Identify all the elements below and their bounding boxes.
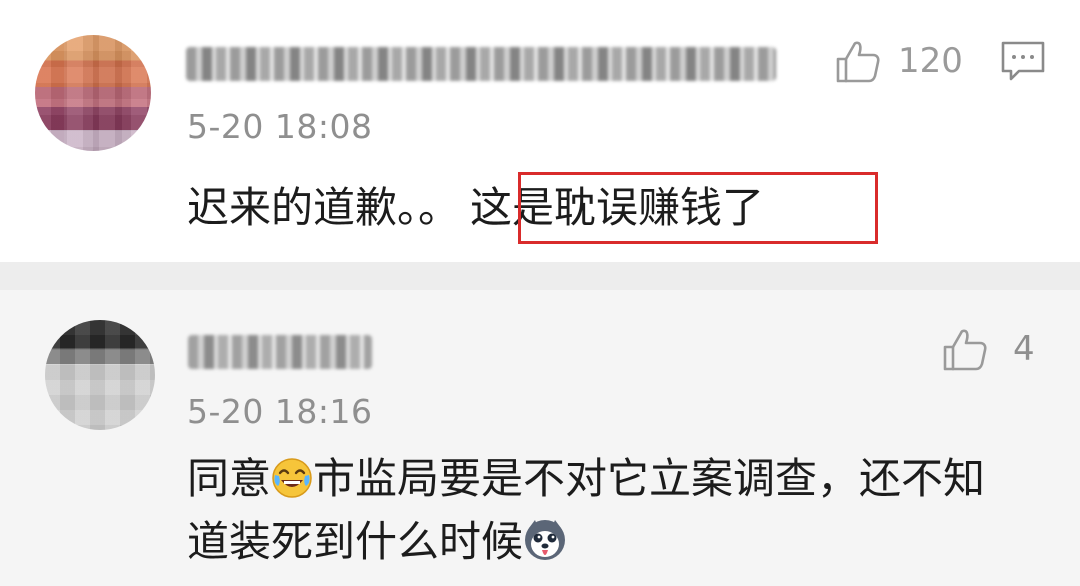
username-redacted[interactable] (186, 47, 776, 81)
comment-divider (0, 262, 1080, 290)
avatar[interactable] (35, 35, 151, 151)
comment-timestamp: 5-20 18:16 (187, 392, 373, 431)
laughing-tears-emoji (272, 458, 312, 498)
thumbs-up-icon (836, 41, 880, 83)
like-button[interactable]: 4 (941, 322, 1035, 376)
thumbs-up-icon (943, 329, 987, 371)
husky-dog-emoji (525, 520, 566, 560)
comment-text-line: 道装死到什么时候 (187, 509, 567, 575)
username-redacted[interactable] (188, 335, 372, 369)
highlight-annotation-box (518, 172, 878, 244)
comment-text-segment: 道装死到什么时候 (187, 517, 524, 566)
comment-text-segment: 市监局要是不对它立案调查，还不知 (313, 454, 986, 503)
comment-item: 120 5-20 18:08 迟来的道歉。。 这是耽误赚钱了 (0, 0, 1080, 262)
like-count: 4 (1013, 329, 1035, 369)
comment-text-line: 同意 市监局要是不对它立案调查，还不知 (187, 446, 985, 512)
comment-reply-icon[interactable] (1000, 40, 1046, 82)
comment-text-plain: 迟来的道歉。。 (187, 183, 461, 232)
avatar[interactable] (45, 320, 155, 430)
comment-timestamp: 5-20 18:08 (187, 107, 373, 146)
comment-text-segment: 同意 (187, 454, 272, 503)
like-count: 120 (898, 41, 963, 81)
like-button[interactable]: 120 (834, 34, 963, 88)
